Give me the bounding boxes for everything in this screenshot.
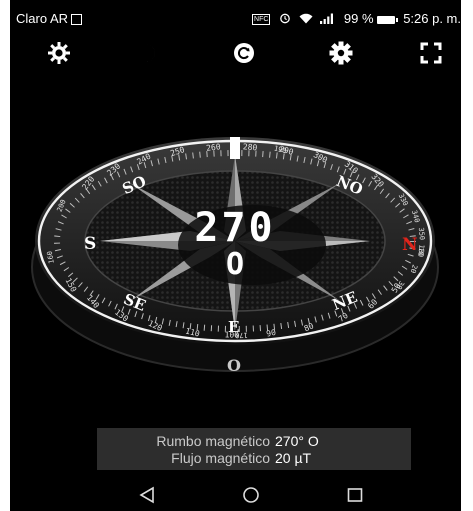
back-button[interactable] [132, 484, 162, 506]
flux-row: Flujo magnético 20 µT [97, 450, 411, 468]
scale-label: 280 [243, 142, 258, 152]
heading-row: Rumbo magnético 270° O [97, 433, 411, 451]
heading-direction: O [225, 247, 245, 282]
heading-label: Rumbo magnético [156, 433, 270, 449]
flux-value: 20 µT [275, 450, 312, 466]
app-screen: Claro AR NFC 99 % 5:26 p. m. N S NO SO S… [10, 0, 461, 511]
wifi-icon [299, 12, 313, 27]
home-icon [243, 487, 259, 503]
night-mode-icon [146, 44, 156, 62]
svg-text:N: N [402, 235, 418, 255]
carrier-name: Claro AR [16, 11, 69, 26]
scale-label: 350 [417, 227, 426, 240]
top-index-marker [230, 137, 240, 159]
north-marker: N [402, 235, 418, 255]
signal-icon [320, 12, 336, 27]
status-bar: Claro AR NFC 99 % 5:26 p. m. [10, 0, 461, 34]
scale-label: 10 [416, 247, 425, 256]
scale-label: 90 [265, 328, 276, 339]
recents-button[interactable] [340, 484, 370, 506]
brightness-icon [48, 42, 70, 64]
heading-degrees: 270 [194, 205, 276, 251]
status-indicators: NFC 99 % 5:26 p. m. [252, 11, 461, 27]
scale-label: 170 [235, 331, 248, 339]
calibrate-button[interactable] [227, 36, 261, 70]
scale-label: 260 [206, 142, 222, 153]
battery-icon [376, 15, 398, 24]
cardinal-bottom: O [227, 356, 241, 375]
flux-label: Flujo magnético [171, 450, 270, 466]
calibrate-icon [234, 43, 254, 63]
carrier-block: Claro AR [16, 11, 83, 26]
heading-value: 270° O [275, 433, 319, 449]
settings-icon [329, 41, 353, 65]
clock-time: 5:26 p. m. [403, 11, 461, 26]
home-button[interactable] [236, 484, 266, 506]
fullscreen-icon [420, 42, 442, 64]
info-panel: Rumbo magnético 270° O Flujo magnético 2… [97, 428, 411, 470]
recents-icon [347, 488, 363, 502]
toolbar [10, 36, 461, 70]
nfc-icon: NFC [252, 14, 271, 26]
battery-percent: 99 % [343, 11, 374, 26]
alarm-icon [279, 12, 291, 27]
fullscreen-button[interactable] [414, 36, 448, 70]
back-icon [139, 486, 154, 504]
sim-icon [71, 14, 83, 26]
navigation-bar [10, 478, 461, 511]
cardinal-west: S [84, 234, 96, 254]
brightness-button[interactable] [42, 36, 76, 70]
night-mode-button[interactable] [132, 36, 166, 70]
settings-button[interactable] [324, 36, 358, 70]
